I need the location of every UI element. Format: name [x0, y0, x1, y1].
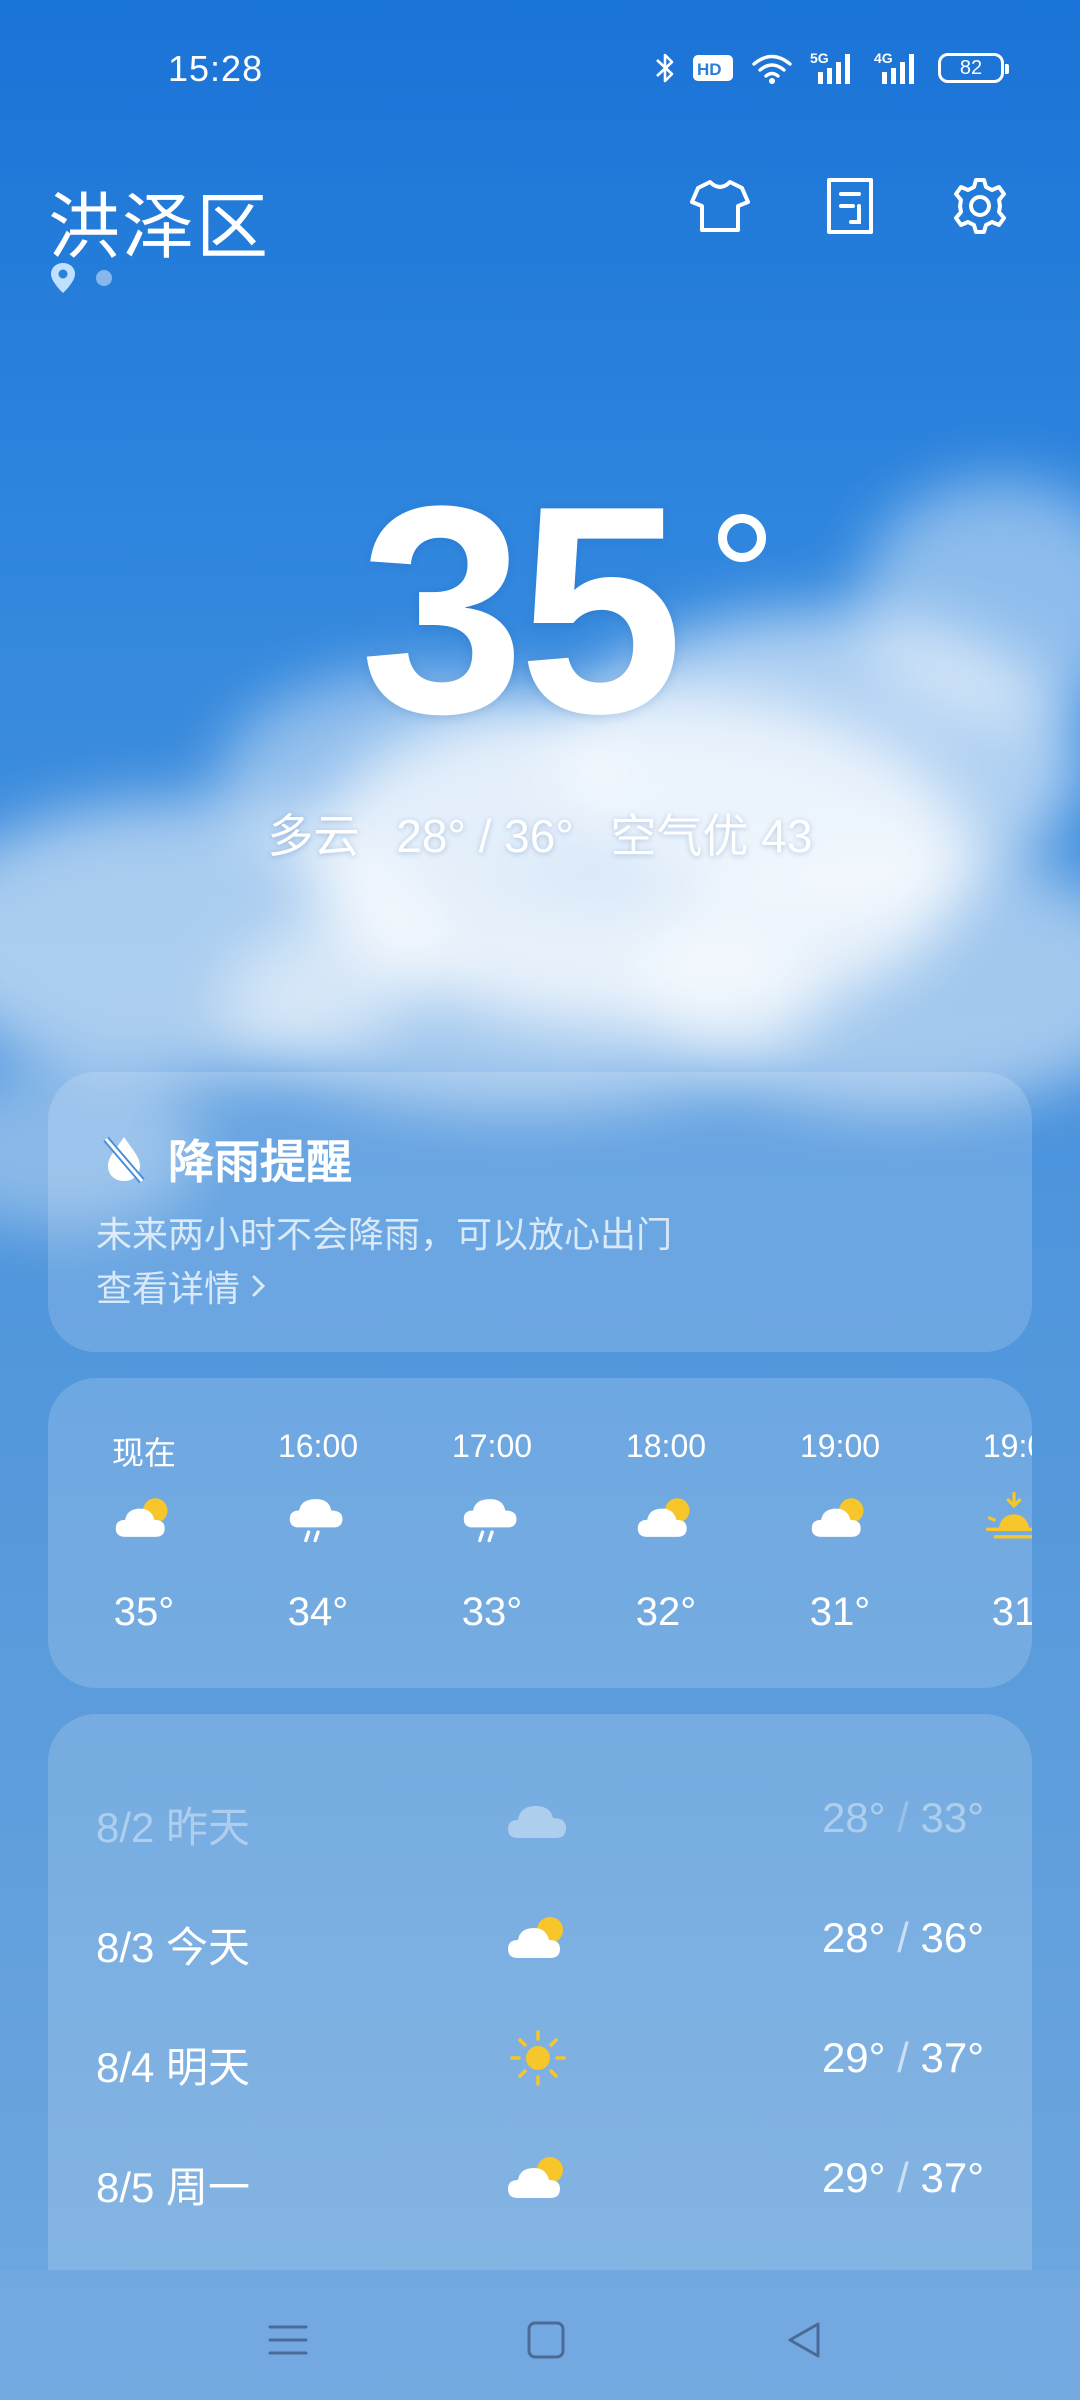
daily-row[interactable]: 8/4 明天 29° / 37° — [48, 2020, 1032, 2100]
day-low: 28° — [821, 1914, 886, 1961]
back-button[interactable] — [774, 2310, 834, 2370]
day-low: 29° — [821, 2154, 886, 2201]
tshirt-icon — [690, 180, 750, 232]
signal-5g-icon: 5G — [810, 50, 850, 84]
day-temp-range: 29° / 37° — [821, 2034, 984, 2081]
rain-alert-description: 未来两小时不会降雨，可以放心出门 — [96, 1214, 673, 1255]
sunny-icon — [504, 2026, 572, 2090]
hd-icon: HD — [693, 55, 733, 81]
hour-time: 18:00 — [625, 1428, 707, 1464]
rain-alert-card[interactable]: 降雨提醒 未来两小时不会降雨，可以放心出门 查看详情 — [48, 1072, 1032, 1352]
daily-row[interactable]: 8/3 今天 28° / 36° — [48, 1900, 1032, 1980]
air-quality: 空气优 43 — [610, 810, 813, 862]
day-date: 8/3 今天 — [96, 1924, 251, 1971]
navigation-bar — [0, 2270, 1080, 2400]
hour-temp: 34° — [287, 1590, 349, 1634]
hour-temp: 31 — [991, 1590, 1032, 1634]
svg-text:5G: 5G — [810, 50, 829, 66]
page-indicator — [50, 262, 112, 294]
hour-time: 19:00 — [799, 1428, 881, 1464]
sunset-icon — [982, 1488, 1032, 1548]
day-temp-range: 28° / 33° — [821, 1794, 984, 1841]
current-temperature: 35 — [360, 444, 683, 775]
hour-temp: 33° — [461, 1590, 523, 1634]
day-date: 8/2 昨天 — [96, 1804, 251, 1851]
bluetooth-icon — [656, 53, 674, 83]
day-high: 37° — [920, 2154, 984, 2201]
day-high: 36° — [920, 1914, 984, 1961]
status-bar: 15:28 HD 5G 4G 82 — [0, 0, 1080, 140]
partly-cloudy-icon — [504, 1906, 572, 1970]
details-label: 查看详情 — [96, 1268, 241, 1309]
day-high: 33° — [920, 1794, 984, 1841]
gear-icon — [954, 178, 1006, 234]
hour-time: 现在 — [111, 1435, 176, 1471]
no-rain-icon — [103, 1136, 145, 1184]
partly-cloudy-icon — [634, 1488, 698, 1548]
city-name[interactable]: 洪泽区 — [48, 168, 270, 273]
daily-row[interactable]: 8/5 周一 29° / 37° — [48, 2140, 1032, 2220]
day-high: 37° — [920, 2034, 984, 2081]
partly-cloudy-icon — [808, 1488, 872, 1548]
day-temp-range: 28° / 36° — [821, 1914, 984, 1961]
today-range: 28° / 36° — [396, 810, 574, 862]
hourly-forecast-card[interactable]: 现在 35° 16:00 34° 17:00 33° 18:00 32° 19:… — [48, 1378, 1032, 1688]
partly-cloudy-icon — [112, 1488, 176, 1548]
settings-button[interactable] — [950, 176, 1010, 236]
document-icon — [827, 178, 873, 234]
hour-temp: 35° — [113, 1590, 175, 1634]
current-condition: 多云 — [267, 810, 360, 862]
rain-icon — [286, 1488, 350, 1548]
clothing-button[interactable] — [690, 176, 750, 236]
home-square-icon — [527, 2321, 565, 2359]
day-low: 28° — [821, 1794, 886, 1841]
rain-alert-title: 降雨提醒 — [168, 1136, 352, 1188]
wifi-icon — [752, 54, 792, 84]
menu-icon — [268, 2325, 308, 2355]
hour-temp: 31° — [809, 1590, 871, 1634]
cloudy-icon — [504, 1786, 572, 1850]
signal-4g-icon: 4G — [874, 50, 914, 84]
day-date: 8/4 明天 — [96, 2044, 251, 2091]
weather-summary[interactable]: 多云 28° / 36° 空气优 43 — [0, 800, 1080, 866]
hour-time: 19:0 — [982, 1428, 1032, 1464]
status-icons: HD 5G 4G 82 — [654, 50, 1009, 86]
battery-indicator: 82 — [938, 53, 1009, 83]
day-date: 8/5 周一 — [96, 2164, 251, 2211]
news-button[interactable] — [820, 176, 880, 236]
hour-time: 17:00 — [451, 1428, 533, 1464]
header-actions — [690, 176, 1010, 236]
partly-cloudy-icon — [504, 2146, 572, 2210]
hour-time: 16:00 — [277, 1428, 359, 1464]
day-low: 29° — [821, 2034, 886, 2081]
page-dot — [96, 270, 112, 286]
status-time: 15:28 — [168, 48, 264, 89]
svg-text:4G: 4G — [874, 50, 893, 66]
svg-text:HD: HD — [697, 60, 722, 79]
day-temp-range: 29° / 37° — [821, 2154, 984, 2201]
daily-forecast-card[interactable]: 8/2 昨天 28° / 33° 8/3 今天 28° / 36° 8/4 明天… — [48, 1714, 1032, 2270]
back-triangle-icon — [788, 2322, 820, 2358]
rain-alert-details-link[interactable]: 查看详情 — [96, 1260, 268, 1312]
degree-symbol — [718, 514, 766, 562]
home-button[interactable] — [516, 2310, 576, 2370]
rain-alert-header: 降雨提醒 — [100, 1126, 352, 1192]
rain-icon — [460, 1488, 524, 1548]
menu-button[interactable] — [258, 2310, 318, 2370]
daily-row[interactable]: 8/2 昨天 28° / 33° — [48, 1780, 1032, 1860]
chevron-right-icon — [252, 1275, 266, 1297]
location-pin-icon — [51, 263, 75, 293]
hour-temp: 32° — [635, 1590, 697, 1634]
battery-level: 82 — [959, 56, 983, 79]
